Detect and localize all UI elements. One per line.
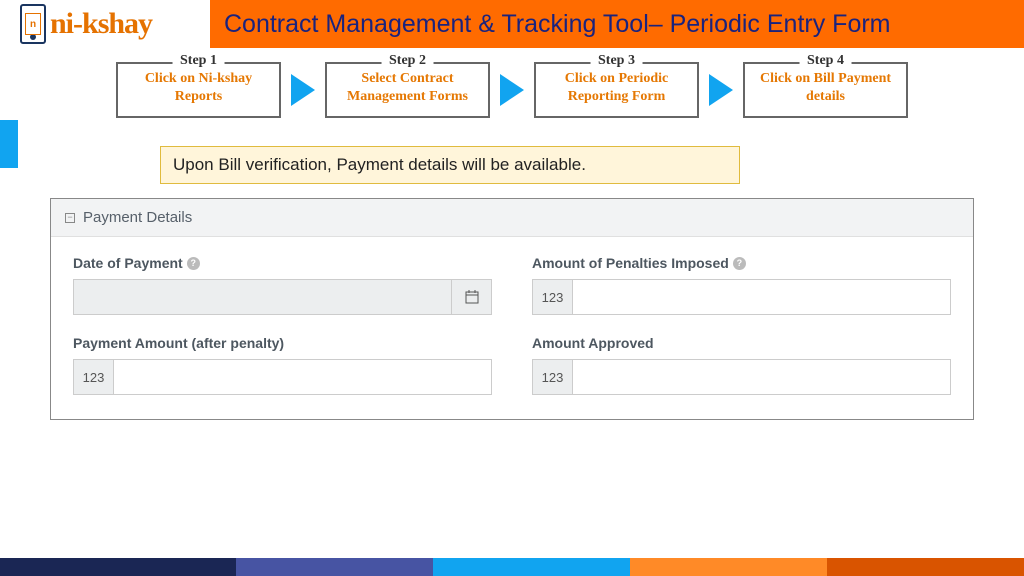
logo-text: ni-kshay	[50, 7, 152, 41]
step-2: Step 2 Select Contract Management Forms	[325, 62, 490, 118]
numeric-prefix: 123	[533, 280, 573, 314]
field-amount-approved: Amount Approved 123	[532, 335, 951, 395]
help-icon[interactable]: ?	[733, 257, 746, 270]
field-payment-amount: Payment Amount (after penalty) 123	[73, 335, 492, 395]
logo: n ni-kshay	[0, 0, 210, 48]
penalties-input[interactable]	[573, 280, 950, 314]
header: n ni-kshay Contract Management & Trackin…	[0, 0, 1024, 48]
payment-details-panel: − Payment Details Date of Payment ? Amou…	[50, 198, 974, 420]
steps-breadcrumb: Step 1 Click on Ni-kshay Reports Step 2 …	[40, 62, 984, 118]
step-3: Step 3 Click on Periodic Reporting Form	[534, 62, 699, 118]
page-title: Contract Management & Tracking Tool– Per…	[210, 0, 1024, 48]
numeric-prefix: 123	[74, 360, 114, 394]
step-4: Step 4 Click on Bill Payment details	[743, 62, 908, 118]
arrow-icon	[709, 74, 733, 106]
amount-approved-input[interactable]	[573, 360, 950, 394]
step-1: Step 1 Click on Ni-kshay Reports	[116, 62, 281, 118]
arrow-icon	[500, 74, 524, 106]
footer-stripe	[0, 558, 1024, 576]
date-of-payment-input[interactable]	[74, 280, 451, 314]
payment-amount-input[interactable]	[114, 360, 491, 394]
calendar-icon[interactable]	[451, 280, 491, 314]
field-date-of-payment: Date of Payment ?	[73, 255, 492, 315]
panel-title: Payment Details	[83, 209, 192, 226]
arrow-icon	[291, 74, 315, 106]
collapse-icon[interactable]: −	[65, 213, 75, 223]
logo-phone-icon: n	[20, 4, 46, 44]
side-accent	[0, 120, 18, 168]
panel-header[interactable]: − Payment Details	[51, 199, 973, 237]
help-icon[interactable]: ?	[187, 257, 200, 270]
info-callout: Upon Bill verification, Payment details …	[160, 146, 740, 184]
field-penalties: Amount of Penalties Imposed ? 123	[532, 255, 951, 315]
numeric-prefix: 123	[533, 360, 573, 394]
